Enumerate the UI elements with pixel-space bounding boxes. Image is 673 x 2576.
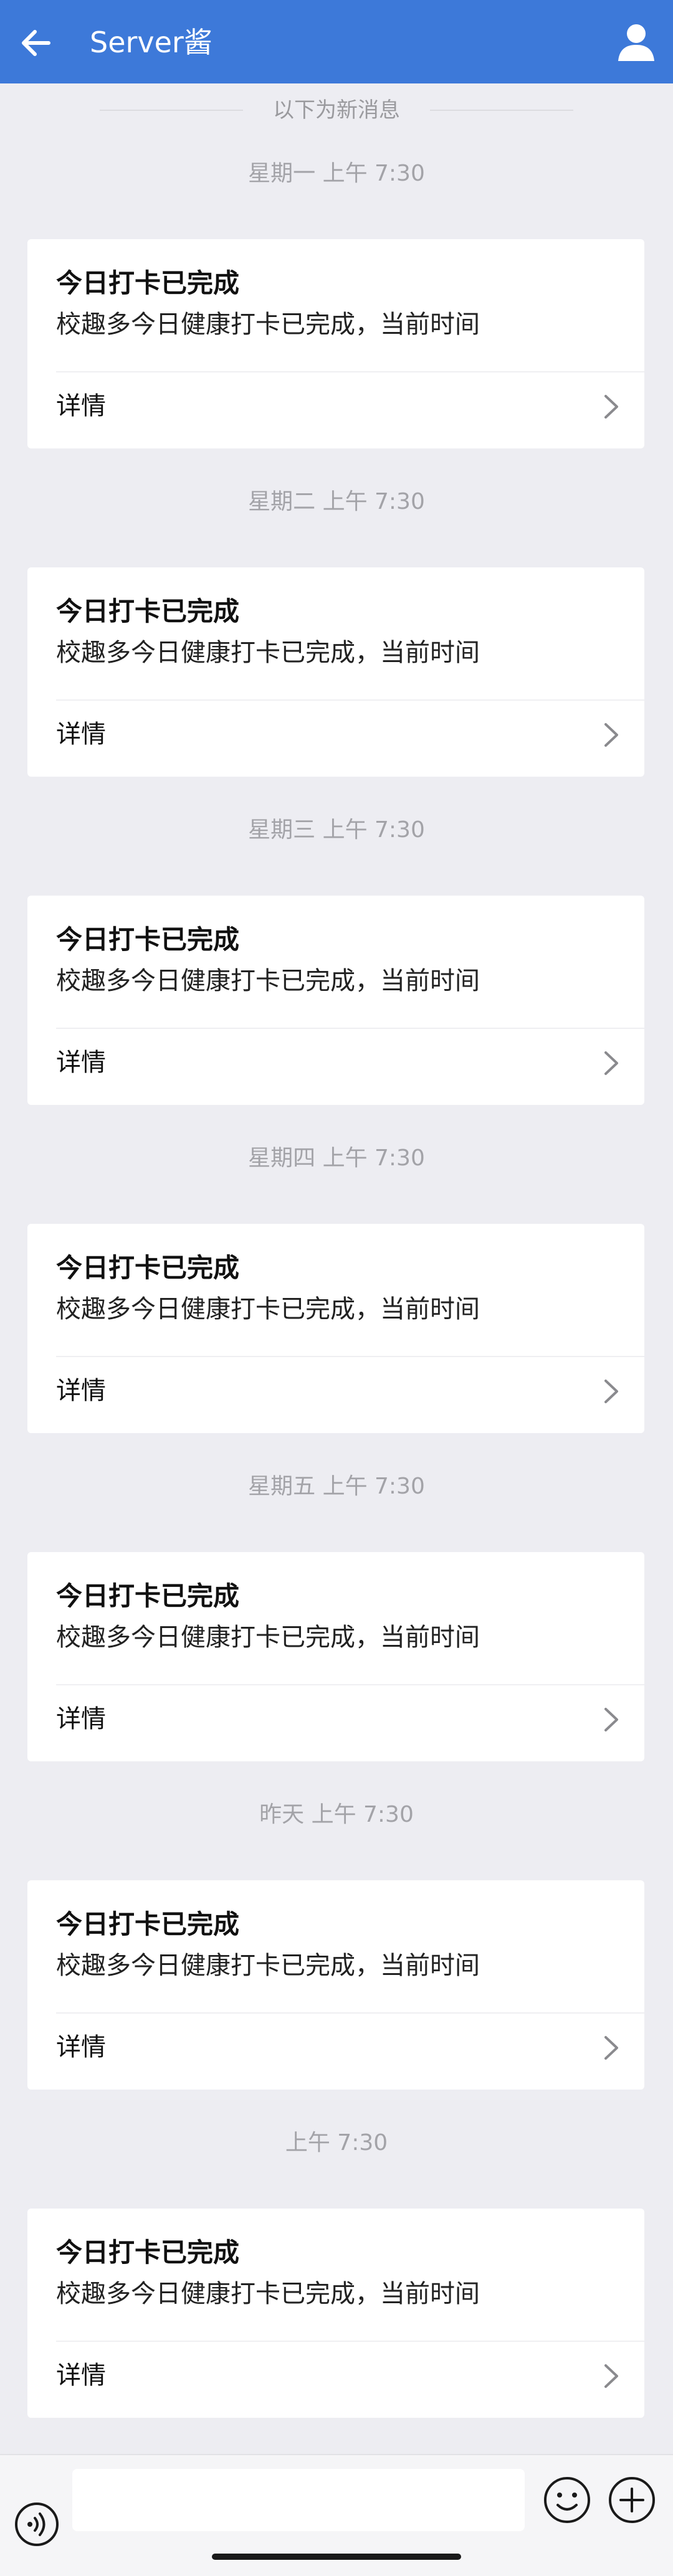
message-card[interactable]: 今日打卡已完成校趣多今日健康打卡已完成，当前时间详情	[27, 1552, 644, 1761]
message-description: 校趣多今日健康打卡已完成，当前时间	[56, 1951, 480, 1980]
details-link[interactable]: 详情	[56, 1045, 106, 1080]
message-title: 今日打卡已完成	[56, 1909, 240, 1939]
chevron-right-icon[interactable]	[603, 1378, 619, 1404]
message-card[interactable]: 今日打卡已完成校趣多今日健康打卡已完成，当前时间详情	[27, 567, 644, 777]
message-input[interactable]	[72, 2469, 525, 2531]
message-timestamp: 星期五 上午 7:30	[248, 1474, 425, 1499]
divider-line-right	[430, 110, 573, 111]
new-messages-divider: 以下为新消息	[100, 93, 573, 127]
details-link[interactable]: 详情	[56, 1702, 106, 1736]
message-description: 校趣多今日健康打卡已完成，当前时间	[56, 2280, 480, 2308]
card-divider	[56, 699, 644, 701]
voice-icon[interactable]	[14, 2501, 60, 2547]
message-group: 星期三 上午 7:30 今日打卡已完成校趣多今日健康打卡已完成，当前时间详情	[0, 808, 673, 1137]
message-title: 今日打卡已完成	[56, 924, 240, 955]
message-group: 星期四 上午 7:30 今日打卡已完成校趣多今日健康打卡已完成，当前时间详情	[0, 1137, 673, 1465]
message-title: 今日打卡已完成	[56, 596, 240, 627]
message-group: 星期五 上午 7:30 今日打卡已完成校趣多今日健康打卡已完成，当前时间详情	[0, 1465, 673, 1793]
emoji-icon[interactable]	[542, 2475, 592, 2525]
top-nav-bar: Server酱	[0, 0, 673, 83]
message-title: 今日打卡已完成	[56, 2237, 240, 2268]
message-title: 今日打卡已完成	[56, 1252, 240, 1283]
message-description: 校趣多今日健康打卡已完成，当前时间	[56, 967, 480, 995]
details-link[interactable]: 详情	[56, 389, 106, 424]
message-group: 星期二 上午 7:30 今日打卡已完成校趣多今日健康打卡已完成，当前时间详情	[0, 480, 673, 808]
user-icon[interactable]	[616, 21, 657, 62]
message-group: 上午 7:30 今日打卡已完成校趣多今日健康打卡已完成，当前时间详情	[0, 2121, 673, 2450]
message-group: 星期一 上午 7:30 今日打卡已完成校趣多今日健康打卡已完成，当前时间详情	[0, 152, 673, 480]
back-arrow-icon[interactable]	[17, 24, 56, 62]
message-timestamp: 昨天 上午 7:30	[259, 1802, 414, 1827]
details-link[interactable]: 详情	[56, 2358, 106, 2393]
chat-title: Server酱	[90, 26, 212, 59]
message-title: 今日打卡已完成	[56, 1581, 240, 1611]
plus-icon[interactable]	[607, 2475, 657, 2525]
message-card[interactable]: 今日打卡已完成校趣多今日健康打卡已完成，当前时间详情	[27, 1224, 644, 1433]
home-indicator	[212, 2554, 461, 2560]
card-divider	[56, 1028, 644, 1029]
message-group: 昨天 上午 7:30 今日打卡已完成校趣多今日健康打卡已完成，当前时间详情	[0, 1793, 673, 2121]
details-link[interactable]: 详情	[56, 2030, 106, 2065]
details-link[interactable]: 详情	[56, 1373, 106, 1408]
card-divider	[56, 371, 644, 372]
message-description: 校趣多今日健康打卡已完成，当前时间	[56, 310, 480, 339]
details-link[interactable]: 详情	[56, 717, 106, 752]
chevron-right-icon[interactable]	[603, 2035, 619, 2061]
message-description: 校趣多今日健康打卡已完成，当前时间	[56, 1623, 480, 1652]
message-timestamp: 星期四 上午 7:30	[248, 1145, 425, 1171]
card-divider	[56, 2012, 644, 2014]
card-divider	[56, 2341, 644, 2342]
message-timestamp: 星期二 上午 7:30	[248, 489, 425, 514]
message-title: 今日打卡已完成	[56, 268, 240, 298]
message-timestamp: 上午 7:30	[285, 2130, 388, 2156]
chevron-right-icon[interactable]	[603, 394, 619, 420]
message-description: 校趣多今日健康打卡已完成，当前时间	[56, 638, 480, 667]
message-timestamp: 星期三 上午 7:30	[248, 817, 425, 843]
message-description: 校趣多今日健康打卡已完成，当前时间	[56, 1295, 480, 1324]
chevron-right-icon[interactable]	[603, 722, 619, 748]
card-divider	[56, 1684, 644, 1685]
card-divider	[56, 1356, 644, 1357]
chevron-right-icon[interactable]	[603, 1050, 619, 1076]
message-feed: 星期一 上午 7:30 今日打卡已完成 校趣多今日健康打卡已完成，当前时间 详情 星期二…	[0, 152, 673, 2450]
message-card[interactable]: 今日打卡已完成校趣多今日健康打卡已完成，当前时间详情	[27, 1880, 644, 2090]
message-card[interactable]: 今日打卡已完成校趣多今日健康打卡已完成，当前时间详情	[27, 239, 644, 448]
chevron-right-icon[interactable]	[603, 2363, 619, 2389]
message-timestamp: 星期一 上午 7:30	[248, 161, 425, 186]
message-card[interactable]: 今日打卡已完成校趣多今日健康打卡已完成，当前时间详情	[27, 2209, 644, 2418]
message-card[interactable]: 今日打卡已完成校趣多今日健康打卡已完成，当前时间详情	[27, 896, 644, 1105]
chevron-right-icon[interactable]	[603, 1707, 619, 1733]
